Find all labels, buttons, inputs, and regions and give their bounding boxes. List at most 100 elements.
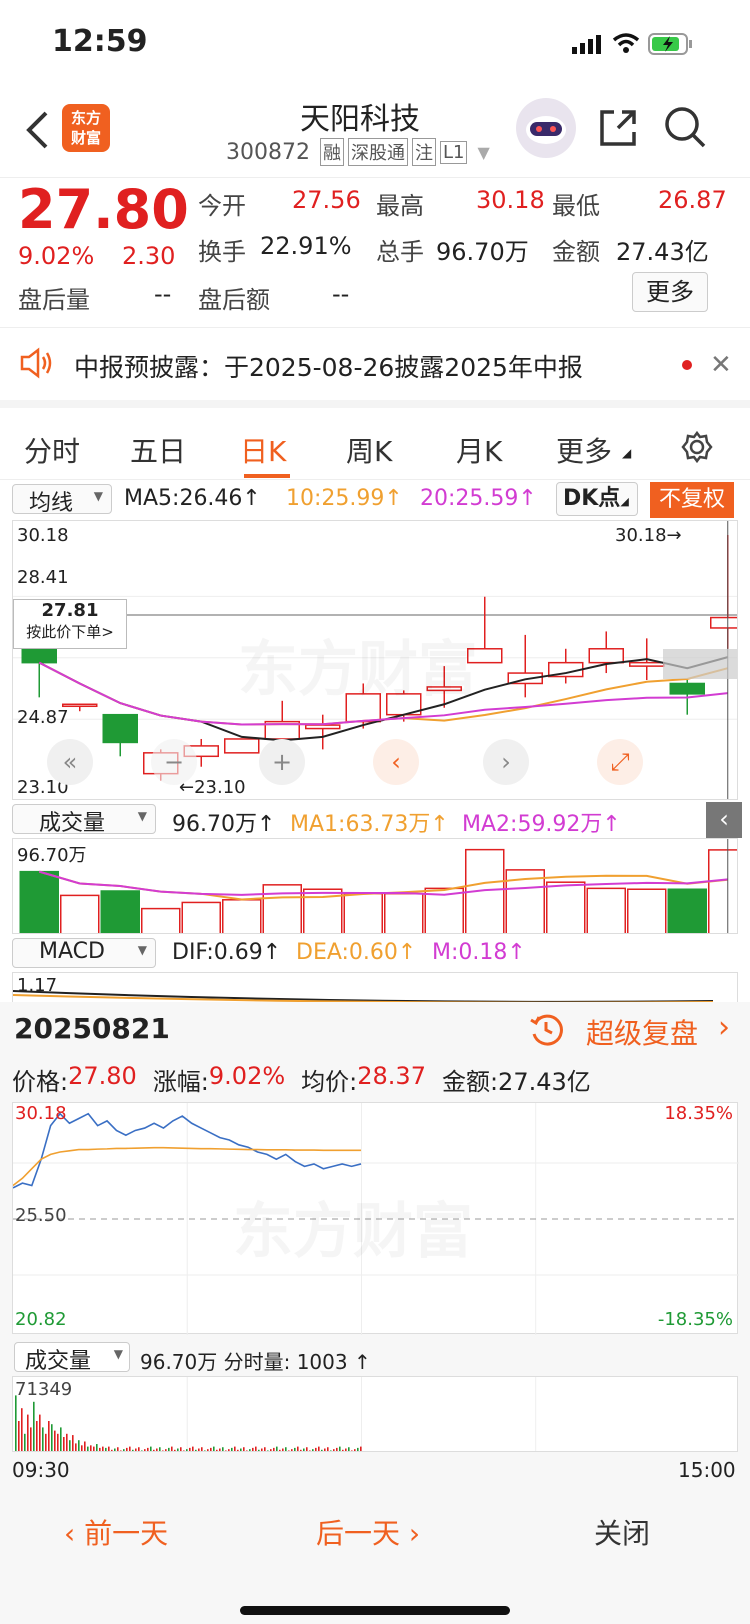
intraday-volume-bar bbox=[63, 1437, 65, 1451]
candle-body bbox=[629, 661, 665, 667]
y-label-2: 28.41 bbox=[17, 567, 69, 588]
amount-label: 金额 bbox=[552, 238, 600, 266]
intraday-volume-bar bbox=[309, 1450, 311, 1451]
intraday-vol-select[interactable]: 成交量 ▼ bbox=[14, 1342, 130, 1374]
vol-select-label: 成交量 bbox=[39, 811, 106, 836]
amount-value: 27.43亿 bbox=[616, 238, 709, 266]
ma-select[interactable]: 均线 ▼ bbox=[12, 484, 112, 516]
intraday-volume-bar bbox=[297, 1446, 299, 1451]
cursor-price: 27.81 bbox=[41, 600, 99, 621]
replay-clock-icon[interactable] bbox=[528, 1012, 564, 1052]
intraday-volume-bar bbox=[18, 1421, 20, 1451]
search-icon[interactable] bbox=[662, 104, 708, 154]
tab-daily-k[interactable]: 日K bbox=[240, 430, 286, 470]
share-icon[interactable] bbox=[596, 106, 640, 154]
vol-ma1: MA1:63.73万↑ bbox=[290, 812, 449, 837]
tab-5day[interactable]: 五日 bbox=[130, 430, 186, 470]
intraday-volume-bar bbox=[171, 1446, 173, 1451]
robot-avatar-icon[interactable] bbox=[516, 98, 576, 158]
tab-monthly-k[interactable]: 月K bbox=[456, 430, 502, 470]
tab-more-caret-icon: ◢ bbox=[622, 446, 632, 460]
candle-body bbox=[588, 648, 624, 664]
detail-avg-label: 均价: bbox=[301, 1068, 358, 1096]
intraday-volume-bar bbox=[210, 1447, 212, 1451]
intraday-volume-chart: 71349 bbox=[12, 1376, 738, 1452]
close-notice-icon[interactable]: ✕ bbox=[710, 350, 732, 380]
kline-chart[interactable]: 东方财富 30.18 28.41 24.87 23.10 30.18→ ←23.… bbox=[12, 520, 738, 800]
back-icon[interactable] bbox=[24, 110, 50, 154]
intraday-volume-bar bbox=[261, 1448, 263, 1451]
zoom-out-icon[interactable]: « bbox=[47, 739, 93, 785]
low-label: 最低 bbox=[552, 192, 600, 220]
intraday-volume-bar bbox=[147, 1447, 149, 1451]
intraday-volume-bar bbox=[216, 1449, 218, 1451]
intraday-volume-bar bbox=[240, 1448, 242, 1451]
intraday-volume-bar bbox=[93, 1446, 95, 1451]
macd-select[interactable]: MACD ▼ bbox=[12, 938, 156, 968]
vol-caret-icon: ▼ bbox=[137, 809, 147, 823]
cursor-price-box[interactable]: 27.81 按此价下单> bbox=[13, 599, 127, 649]
tab-weekly-k[interactable]: 周K bbox=[346, 430, 392, 470]
next-day-button[interactable]: 后一天 › bbox=[316, 1512, 420, 1552]
intraday-volume-bar bbox=[201, 1447, 203, 1451]
next-chevron-icon: › bbox=[400, 1517, 421, 1550]
replay-link[interactable]: 超级复盘 bbox=[586, 1012, 698, 1052]
intraday-volume-bar bbox=[87, 1446, 89, 1451]
intraday-volume-bar bbox=[207, 1449, 209, 1451]
intraday-volume-bar bbox=[108, 1446, 110, 1451]
intraday-volume-bar bbox=[270, 1449, 272, 1451]
intraday-volume-bar bbox=[177, 1448, 179, 1451]
vol-select[interactable]: 成交量 ▼ bbox=[12, 804, 156, 836]
dropdown-icon[interactable]: ▼ bbox=[477, 143, 489, 162]
volume-bar bbox=[141, 907, 181, 933]
intraday-volume-bar bbox=[36, 1421, 38, 1451]
after-amt-label: 盘后额 bbox=[198, 286, 270, 314]
next-day-label: 后一天 bbox=[316, 1517, 401, 1550]
more-button[interactable]: 更多 bbox=[632, 272, 708, 312]
intraday-volume-svg bbox=[15, 1377, 537, 1451]
price-cursor-tag bbox=[663, 649, 737, 679]
minus-icon[interactable]: − bbox=[151, 739, 197, 785]
prev-day-button[interactable]: ‹ 前一天 bbox=[64, 1512, 168, 1552]
left-arrow-icon[interactable]: ‹ bbox=[373, 739, 419, 785]
detail-pct: 9.02% bbox=[208, 1062, 286, 1090]
intraday-volume-bar bbox=[339, 1446, 341, 1451]
dk-point-button[interactable]: DK点◢ bbox=[556, 482, 638, 516]
intraday-volume-bar bbox=[234, 1446, 236, 1451]
settings-gear-icon[interactable] bbox=[680, 430, 714, 468]
macd-svg bbox=[13, 990, 714, 1002]
macd-select-label: MACD bbox=[39, 939, 105, 964]
intraday-volume-bar bbox=[141, 1450, 143, 1451]
intraday-volume-bar bbox=[306, 1447, 308, 1451]
intraday-volume-bar bbox=[348, 1447, 350, 1451]
intraday-volume-bar bbox=[360, 1446, 362, 1451]
volume-value: 96.70万 bbox=[436, 238, 529, 266]
tag-level: L1 bbox=[439, 140, 468, 164]
intraday-volume-bar bbox=[153, 1449, 155, 1451]
period-tabs: 分时 五日 日K 周K 月K 更多 ◢ bbox=[0, 410, 750, 480]
volume-bar bbox=[627, 888, 667, 933]
open-value: 27.56 bbox=[292, 186, 361, 214]
vol-value: 96.70万↑ bbox=[172, 812, 276, 837]
ma-select-label: 均线 bbox=[29, 491, 74, 516]
home-indicator bbox=[240, 1606, 510, 1615]
intraday-vol-max: 71349 bbox=[15, 1379, 73, 1400]
intraday-volume-bar bbox=[132, 1449, 134, 1451]
notice-bar[interactable]: 中报预披露：于2025-08-26披露2025年中报 ✕ bbox=[0, 328, 750, 408]
intraday-volume-bar bbox=[84, 1441, 86, 1451]
intraday-volume-bar bbox=[111, 1449, 113, 1451]
volume-legend-row: 成交量 ▼ 96.70万↑ MA1:63.73万↑ MA2:59.92万↑ ‹ bbox=[0, 802, 750, 838]
expand-icon[interactable]: ⤢ bbox=[597, 739, 643, 785]
collapse-left-icon[interactable]: ‹ bbox=[706, 802, 742, 838]
right-arrow-icon[interactable]: › bbox=[483, 739, 529, 785]
intraday-volume-bar bbox=[135, 1448, 137, 1451]
close-button[interactable]: 关闭 bbox=[594, 1512, 650, 1552]
tab-more[interactable]: 更多 bbox=[556, 430, 612, 470]
plus-icon[interactable]: + bbox=[259, 739, 305, 785]
tab-fenshi[interactable]: 分时 bbox=[24, 430, 80, 470]
intraday-volume-bar bbox=[252, 1447, 254, 1451]
ma-legend-row: 均线 ▼ MA5:26.46↑ 10:25.99↑ 20:25.59↑ DK点◢ … bbox=[0, 480, 750, 520]
intraday-volume-bar bbox=[222, 1447, 224, 1451]
adjust-button[interactable]: 不复权 bbox=[650, 482, 734, 518]
intraday-volume-bar bbox=[276, 1446, 278, 1451]
